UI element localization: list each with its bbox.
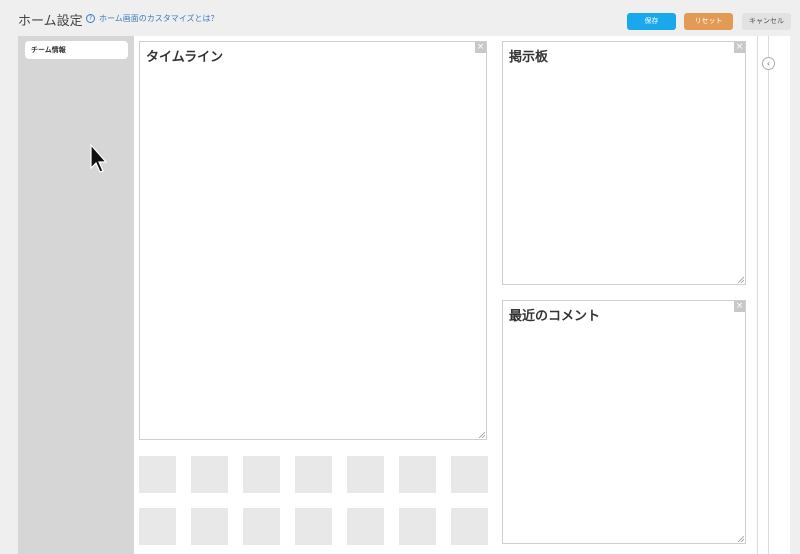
placeholder-tile[interactable] <box>191 508 228 545</box>
page-title: ホーム設定 <box>18 14 83 29</box>
close-icon[interactable]: × <box>734 42 745 53</box>
sidebar-item-team-info[interactable]: チーム情報 <box>25 41 128 59</box>
cancel-button[interactable]: キャンセル <box>742 13 791 30</box>
placeholder-tile[interactable] <box>451 456 488 493</box>
help-link[interactable]: ? ホーム画面のカスタマイズとは？ <box>86 13 219 24</box>
placeholder-tile[interactable] <box>347 456 384 493</box>
save-button[interactable]: 保存 <box>627 13 676 30</box>
placeholder-tile[interactable] <box>399 456 436 493</box>
board-panel[interactable]: 掲示板 × <box>502 41 746 285</box>
right-rail-divider <box>757 36 758 554</box>
placeholder-tile[interactable] <box>295 456 332 493</box>
timeline-panel-title: タイムライン <box>146 50 224 65</box>
mouse-cursor-icon <box>90 144 108 173</box>
placeholder-tile[interactable] <box>347 508 384 545</box>
recent-comments-panel-title: 最近のコメント <box>509 309 601 324</box>
right-rail-divider <box>768 36 769 554</box>
timeline-panel[interactable]: タイムライン × <box>139 41 487 440</box>
placeholder-tile[interactable] <box>139 456 176 493</box>
header-bar: ホーム設定 ? ホーム画面のカスタマイズとは？ 保存 リセット キャンセル <box>0 0 800 36</box>
collapse-panel-icon[interactable]: ‹ <box>762 57 775 70</box>
help-circle-icon: ? <box>86 14 95 23</box>
sidebar: チーム情報 <box>18 36 134 554</box>
help-link-label: ホーム画面のカスタマイズとは？ <box>99 14 219 23</box>
close-icon[interactable]: × <box>475 42 486 53</box>
resize-handle-icon[interactable] <box>737 276 744 283</box>
recent-comments-panel[interactable]: 最近のコメント × <box>502 300 746 544</box>
board-panel-title: 掲示板 <box>509 50 549 65</box>
close-icon[interactable]: × <box>734 301 745 312</box>
placeholder-tile[interactable] <box>191 456 228 493</box>
resize-handle-icon[interactable] <box>478 431 485 438</box>
placeholder-tile[interactable] <box>243 508 280 545</box>
placeholder-tile[interactable] <box>451 508 488 545</box>
placeholder-tile[interactable] <box>139 508 176 545</box>
placeholder-tile[interactable] <box>295 508 332 545</box>
resize-handle-icon[interactable] <box>737 535 744 542</box>
placeholder-tile[interactable] <box>399 508 436 545</box>
placeholder-tile[interactable] <box>243 456 280 493</box>
reset-button[interactable]: リセット <box>684 13 733 30</box>
